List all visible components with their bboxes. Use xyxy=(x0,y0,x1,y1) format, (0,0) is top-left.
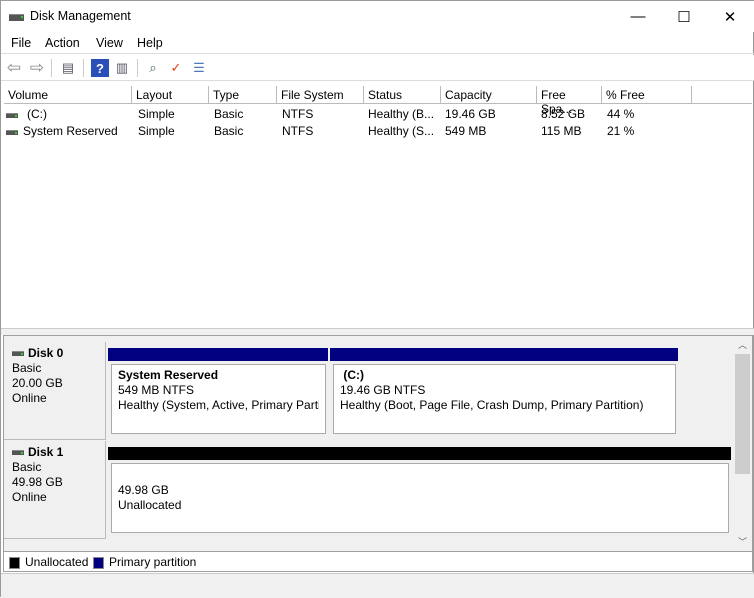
column-header-file-system[interactable]: File System xyxy=(277,86,364,104)
scroll-up-arrow-icon[interactable]: ︿ xyxy=(734,337,751,353)
primary-partition-swatch xyxy=(93,556,104,569)
disk-name: Disk 0 xyxy=(28,346,64,360)
file-system: NTFS xyxy=(282,107,314,121)
toolbar-separator xyxy=(137,59,138,77)
minimize-button[interactable]: — xyxy=(615,1,661,32)
disk-0-label[interactable]: Disk 0 Basic 20.00 GB Online xyxy=(4,342,106,440)
menu-action[interactable]: Action xyxy=(45,36,80,50)
legend-label: Primary partition xyxy=(109,555,197,569)
disk-1-label[interactable]: Disk 1 Basic 49.98 GB Online xyxy=(4,441,106,539)
menu-view[interactable]: View xyxy=(96,36,123,50)
forward-icon[interactable]: ⇨ xyxy=(28,58,46,77)
partition-system-reserved[interactable]: System Reserved 549 MB NTFS Healthy (Sys… xyxy=(109,362,328,436)
unallocated-space[interactable]: 49.98 GB Unallocated xyxy=(109,461,731,535)
table-row[interactable]: System Reserved Simple Basic NTFS Health… xyxy=(4,123,704,139)
unallocated-swatch xyxy=(9,556,20,569)
window-title: Disk Management xyxy=(30,9,131,23)
partition-size: 19.46 GB NTFS xyxy=(340,383,426,397)
maximize-button[interactable]: ☐ xyxy=(661,1,707,32)
close-button[interactable]: ✕ xyxy=(707,1,753,32)
disk-name: Disk 1 xyxy=(28,445,64,459)
connect-drive-icon[interactable]: ⌕ xyxy=(144,59,162,77)
capacity: 19.46 GB xyxy=(445,107,496,121)
legend: Unallocated Primary partition xyxy=(3,552,753,572)
type: Basic xyxy=(214,107,244,121)
volume-drive-icon xyxy=(6,108,22,122)
partition-status: Healthy (System, Active, Primary Partiti xyxy=(118,398,319,412)
primary-partition-bar xyxy=(108,348,328,361)
column-header-free-space[interactable]: Free Spa... xyxy=(537,86,602,116)
disk-management-app-icon xyxy=(9,10,25,22)
disk-type: Basic xyxy=(12,361,42,375)
scrollbar-thumb[interactable] xyxy=(735,354,750,474)
menu-help[interactable]: Help xyxy=(137,36,163,50)
partition-title: (C:) xyxy=(340,368,364,382)
volume-drive-icon xyxy=(6,125,22,139)
column-header-blank xyxy=(692,86,752,104)
free-space: 8.52 GB xyxy=(541,107,586,121)
toolbar-separator xyxy=(51,59,52,77)
file-system: NTFS xyxy=(282,124,314,138)
volume-name: (C:) xyxy=(27,107,47,121)
scroll-down-arrow-icon[interactable]: ﹀ xyxy=(734,534,751,550)
disk-icon xyxy=(12,351,24,357)
primary-partition-bar xyxy=(330,348,678,361)
volume-name: System Reserved xyxy=(23,124,118,138)
column-header-status[interactable]: Status xyxy=(364,86,441,104)
legend-label: Unallocated xyxy=(25,555,89,569)
partition-c-drive[interactable]: (C:) 19.46 GB NTFS Healthy (Boot, Page F… xyxy=(331,362,678,436)
properties-check-icon[interactable]: ✓ xyxy=(167,59,185,77)
disk-type: Basic xyxy=(12,460,42,474)
column-header-layout[interactable]: Layout xyxy=(132,86,209,104)
vertical-scrollbar[interactable]: ︿ ﹀ xyxy=(734,337,751,550)
column-header-volume[interactable]: Volume xyxy=(4,86,132,104)
column-header-type[interactable]: Type xyxy=(209,86,277,104)
status: Healthy (S... xyxy=(368,124,435,138)
disk-icon xyxy=(12,450,24,456)
table-row[interactable]: (C:) Simple Basic NTFS Healthy (B... 19.… xyxy=(4,106,704,122)
show-hide-console-tree-icon[interactable]: ▤ xyxy=(59,59,77,77)
disk-size: 20.00 GB xyxy=(12,376,63,390)
partition-size: 549 MB NTFS xyxy=(118,383,195,397)
partition-status: Healthy (Boot, Page File, Crash Dump, Pr… xyxy=(340,398,644,412)
layout: Simple xyxy=(138,124,175,138)
status: Healthy (B... xyxy=(368,107,435,121)
status-bar xyxy=(1,573,754,598)
help-icon[interactable]: ? xyxy=(91,59,109,77)
list-icon[interactable]: ☰ xyxy=(190,59,208,77)
unallocated-size: 49.98 GB xyxy=(118,483,169,497)
layout: Simple xyxy=(138,107,175,121)
disk-size: 49.98 GB xyxy=(12,475,63,489)
type: Basic xyxy=(214,124,244,138)
pane-splitter[interactable] xyxy=(1,328,754,335)
capacity: 549 MB xyxy=(445,124,487,138)
back-icon[interactable]: ⇦ xyxy=(5,58,23,77)
toolbar-separator xyxy=(83,59,84,77)
legend-unallocated: Unallocated xyxy=(9,555,88,569)
disk-state: Online xyxy=(12,391,47,405)
percent-free: 44 % xyxy=(607,107,635,121)
disk-state: Online xyxy=(12,490,47,504)
free-space: 115 MB xyxy=(541,124,582,138)
partition-title: System Reserved xyxy=(118,368,219,382)
menu-file[interactable]: File xyxy=(11,36,31,50)
unallocated-status: Unallocated xyxy=(118,498,182,512)
column-header-capacity[interactable]: Capacity xyxy=(441,86,537,104)
percent-free: 21 % xyxy=(607,124,635,138)
column-header-percent-free[interactable]: % Free xyxy=(602,86,692,104)
legend-primary-partition: Primary partition xyxy=(93,555,196,569)
unallocated-bar xyxy=(108,447,731,460)
show-action-pane-icon[interactable]: ▥ xyxy=(113,59,131,77)
